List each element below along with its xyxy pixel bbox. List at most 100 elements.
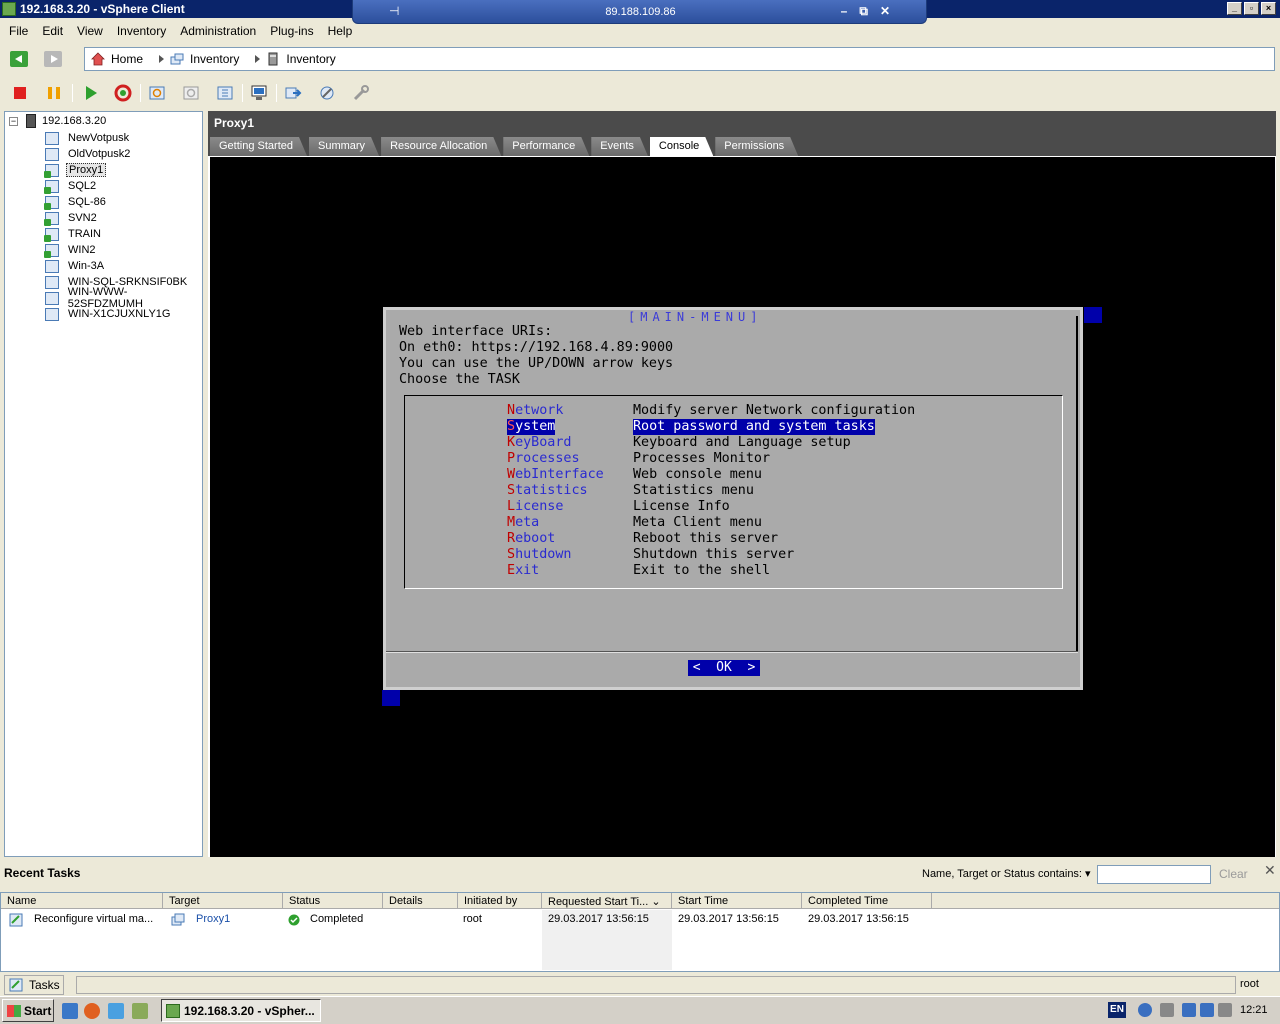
start-button[interactable]: Start	[2, 999, 54, 1022]
maximize-button[interactable]: ▫	[1244, 2, 1259, 15]
column-details[interactable]: Details	[383, 893, 458, 909]
menu-item-key: Network	[507, 403, 563, 419]
recent-tasks-header: Recent Tasks Name, Target or Status cont…	[0, 862, 1280, 888]
taskbar-app-vsphere[interactable]: 192.168.3.20 - vSpher...	[161, 999, 321, 1022]
menu-edit[interactable]: Edit	[33, 22, 68, 40]
filter-dropdown[interactable]: Name, Target or Status contains: ▾	[922, 867, 1091, 880]
menu-item-hotkey: E	[507, 563, 516, 578]
vm-icon	[45, 131, 59, 145]
menu-item-hotkey: S	[507, 483, 516, 498]
inventory-icon	[170, 53, 184, 65]
suspend-icon[interactable]	[48, 87, 60, 99]
breadcrumb-inventory[interactable]: Inventory	[164, 52, 261, 66]
quicklaunch-ie-icon[interactable]	[62, 1003, 78, 1019]
menu-item-name: eta	[515, 515, 540, 530]
tree-item-vm[interactable]: Win-3A	[45, 258, 106, 274]
column-name[interactable]: Name	[1, 893, 163, 909]
task-target-link[interactable]: Proxy1	[196, 913, 230, 925]
vm-powered-on-icon	[44, 227, 59, 242]
help-icon[interactable]	[1138, 1003, 1152, 1017]
settings-icon[interactable]	[318, 84, 336, 102]
tab-permissions[interactable]: Permissions	[715, 137, 798, 156]
tree-item-vm[interactable]: SQL-86	[44, 194, 108, 210]
tab-events[interactable]: Events	[591, 137, 648, 156]
tab-resource-allocation[interactable]: Resource Allocation	[381, 137, 501, 156]
snapshot-manager-icon[interactable]	[216, 84, 234, 102]
task-name: Reconfigure virtual ma...	[34, 913, 154, 925]
network-icon[interactable]	[1160, 1003, 1174, 1017]
menu-view[interactable]: View	[68, 22, 108, 40]
tab-console[interactable]: Console	[650, 137, 713, 156]
tree-item-vm[interactable]: SVN2	[44, 210, 99, 226]
menu-item-hotkey: W	[507, 467, 516, 482]
task-requested-start: 29.03.2017 13:56:15	[548, 913, 649, 925]
power-on-icon[interactable]	[82, 84, 100, 102]
menu-item-name: ebInterface	[515, 467, 604, 482]
reset-icon[interactable]	[114, 84, 132, 102]
collapse-icon[interactable]: −	[9, 116, 18, 126]
tree-item-vm[interactable]: WIN-X1CJUXNLY1G	[45, 306, 172, 322]
menu-plugins[interactable]: Plug-ins	[261, 22, 318, 40]
volume-icon[interactable]	[1218, 1003, 1232, 1017]
revert-snapshot-icon[interactable]	[182, 84, 200, 102]
column-status[interactable]: Status	[283, 893, 383, 909]
ok-button[interactable]: < OK >	[688, 660, 760, 676]
tree-item-vm[interactable]: NewVotpusk	[45, 130, 131, 146]
intro-line: Choose the TASK	[399, 372, 520, 387]
menu-item-name: tatistics	[515, 483, 588, 498]
vm-powered-on-icon	[44, 243, 59, 258]
menu-administration[interactable]: Administration	[171, 22, 261, 40]
quicklaunch-firefox-icon[interactable]	[84, 1003, 100, 1019]
close-tasks-icon[interactable]: ✕	[1264, 862, 1276, 879]
tree-item-vm[interactable]: OldVotpusk2	[45, 146, 132, 162]
tasks-button[interactable]: Tasks	[4, 975, 64, 995]
vsphere-app-icon	[2, 2, 16, 16]
tab-summary[interactable]: Summary	[309, 137, 379, 156]
column-completed-time[interactable]: Completed Time	[802, 893, 932, 909]
rdp-minimize-icon[interactable]: –	[841, 4, 848, 19]
tree-item-vm[interactable]: SQL2	[44, 178, 98, 194]
power-off-icon[interactable]	[14, 87, 26, 99]
console-icon[interactable]	[250, 84, 268, 102]
tree-item-vm[interactable]: Proxy1	[44, 162, 107, 178]
close-button[interactable]: ×	[1261, 2, 1276, 15]
quicklaunch-vsphere-icon[interactable]	[132, 1003, 148, 1019]
menu-file[interactable]: File	[0, 22, 33, 40]
inventory-tree: − 192.168.3.20 NewVotpusk OldVotpusk2 Prox…	[4, 111, 203, 857]
column-target[interactable]: Target	[163, 893, 283, 909]
tree-root-host[interactable]: − 192.168.3.20	[9, 114, 106, 128]
monitor-icon[interactable]	[1200, 1003, 1214, 1017]
column-start-time[interactable]: Start Time	[672, 893, 802, 909]
migrate-icon[interactable]	[284, 84, 302, 102]
back-arrow-icon[interactable]	[10, 51, 28, 67]
menu-item-hotkey: S	[507, 419, 516, 434]
language-indicator[interactable]: EN	[1108, 1002, 1126, 1018]
breadcrumb-home[interactable]: Home	[85, 52, 165, 66]
clear-button[interactable]: Clear	[1219, 867, 1248, 881]
tree-item-vm[interactable]: WIN-WWW-52SFDZMUMH	[45, 286, 202, 310]
tab-performance[interactable]: Performance	[503, 137, 589, 156]
breadcrumb-inventory-2[interactable]: Inventory	[260, 52, 336, 66]
rdp-close-icon[interactable]: ✕	[880, 4, 890, 19]
tree-item-label: SQL-86	[68, 196, 106, 208]
menu-item-description: Exit to the shell	[633, 563, 771, 578]
column-initiated-by[interactable]: Initiated by	[458, 893, 542, 909]
tree-item-vm[interactable]: TRAIN	[44, 226, 103, 242]
vm-console[interactable]: [MAIN-MENU] Web interface URIs: On eth0:…	[210, 157, 1275, 857]
column-requested-start[interactable]: Requested Start Ti... ⌄	[542, 893, 672, 909]
minimize-button[interactable]: _	[1227, 2, 1242, 15]
menu-help[interactable]: Help	[319, 22, 358, 40]
tools-icon[interactable]	[352, 84, 370, 102]
tree-item-label: WIN-X1CJUXNLY1G	[68, 308, 171, 320]
quicklaunch-explorer-icon[interactable]	[108, 1003, 124, 1019]
forward-arrow-icon[interactable]	[44, 51, 62, 67]
tab-getting-started[interactable]: Getting Started	[210, 137, 307, 156]
snapshot-icon[interactable]	[148, 84, 166, 102]
menu-item-description: Reboot this server	[633, 531, 779, 546]
tree-item-vm[interactable]: WIN2	[44, 242, 98, 258]
display-icon[interactable]	[1182, 1003, 1196, 1017]
menu-inventory[interactable]: Inventory	[108, 22, 171, 40]
filter-input[interactable]	[1097, 865, 1211, 884]
rdp-restore-icon[interactable]: ⧉	[859, 4, 868, 19]
breadcrumb: Home Inventory Inventory	[84, 47, 1275, 71]
